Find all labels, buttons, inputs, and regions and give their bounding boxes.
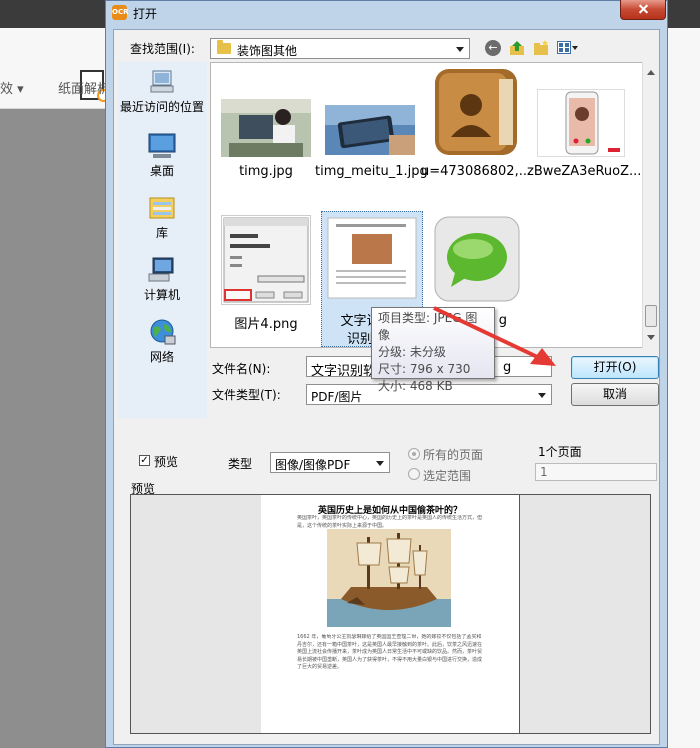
file-name[interactable]: 图片4.png [211, 313, 321, 332]
desktop-icon [147, 132, 177, 160]
file-name[interactable]: u=473086802,... [421, 164, 531, 179]
page-count: 1个页面 [538, 445, 582, 459]
file-thumbnail[interactable] [433, 67, 519, 157]
library-icon [147, 194, 177, 222]
file-list-scrollbar[interactable] [642, 62, 659, 348]
open-button[interactable]: 打开(O) [571, 356, 659, 379]
place-library[interactable]: 库 [117, 194, 207, 241]
lookin-value: 装饰图其他 [237, 44, 298, 58]
file-thumbnail[interactable] [537, 89, 625, 157]
all-pages-radio[interactable] [408, 448, 420, 460]
file-thumbnail[interactable] [221, 215, 311, 305]
page-range-label: 选定范围 [423, 469, 472, 483]
background-toolbar-label: 纸面解析 [58, 82, 111, 97]
preview-checkbox-label: 预览 [154, 455, 179, 469]
document-body: 1662 年，葡萄牙公主凯瑟琳嫁给了英国国王查理二世，她的嫁妆不仅包括了孟买和丹… [297, 634, 482, 670]
file-name[interactable]: timg.jpg [211, 164, 321, 179]
page-range-radio[interactable] [408, 468, 420, 480]
ship-illustration [327, 529, 451, 627]
preview-divider [519, 495, 520, 733]
place-label: 桌面 [149, 164, 174, 178]
preview-page: 英国历史上是如何从中国偷茶叶的？ 英国茶叶，英国茶叶的传统中心，英国的历史上的茶… [261, 495, 519, 733]
folder-icon [217, 40, 231, 54]
type-select[interactable]: 图像/图像PDF [270, 452, 390, 473]
place-desktop[interactable]: 桌面 [117, 132, 207, 179]
file-thumbnail[interactable] [433, 215, 521, 303]
ocr-app-icon: OCR [112, 5, 128, 20]
up-folder-icon[interactable] [509, 40, 525, 56]
place-label: 最近访问的位置 [119, 100, 204, 114]
view-menu-icon[interactable] [557, 40, 579, 56]
type-label: 类型 [228, 457, 253, 471]
filename-label: 文件名(N): [212, 362, 271, 376]
filename-value-tail: g [503, 360, 512, 375]
tooltip-size: 尺寸: 796 x 730 [378, 362, 471, 376]
dialog-titlebar[interactable]: OCR 打开 [106, 0, 667, 25]
filetype-value: PDF/图片 [311, 390, 363, 404]
chevron-down-icon [456, 47, 464, 52]
filename-value: 文字识别软 [311, 364, 377, 379]
place-computer[interactable]: 计算机 [117, 256, 207, 303]
preview-checkbox[interactable]: ✓ [139, 455, 150, 466]
new-folder-icon[interactable] [533, 40, 549, 56]
back-icon[interactable]: ← [485, 40, 501, 56]
recent-places-icon [147, 68, 177, 96]
file-info-tooltip: 项目类型: JPEG 图像 分级: 未分级 尺寸: 796 x 730 大小: … [371, 307, 495, 393]
page-range-value: 1 [540, 465, 548, 479]
file-name[interactable]: timg_meitu_1.jpg [315, 164, 428, 179]
filetype-label: 文件类型(T): [212, 388, 281, 402]
tooltip-rating: 分级: 未分级 [378, 345, 446, 359]
scrollbar-thumb[interactable] [645, 305, 657, 327]
close-button[interactable] [620, 0, 666, 20]
network-icon [147, 318, 177, 346]
background-left-label: 效 ▾ [0, 82, 24, 97]
cancel-button[interactable]: 取消 [571, 383, 659, 406]
preview-pane: 英国历史上是如何从中国偷茶叶的？ 英国茶叶，英国茶叶的传统中心，英国的历史上的茶… [130, 494, 651, 734]
computer-icon [147, 256, 177, 284]
places-bar: 最近访问的位置 桌面 库 计算机 网络 [117, 62, 207, 418]
place-network[interactable]: 网络 [117, 318, 207, 365]
all-pages-label: 所有的页面 [423, 448, 484, 462]
lookin-label: 查找范围(I): [130, 42, 195, 56]
scroll-down-icon[interactable] [647, 335, 655, 340]
place-recent[interactable]: 最近访问的位置 [117, 68, 207, 115]
file-thumbnail[interactable] [221, 99, 311, 157]
place-label: 计算机 [143, 288, 180, 302]
chevron-down-icon [376, 461, 384, 466]
background-right-panel [668, 28, 700, 748]
file-name[interactable]: zBweZA3eRuoZ... [527, 164, 641, 179]
page-range-input[interactable]: 1 [535, 463, 657, 481]
place-label: 网络 [149, 350, 174, 364]
file-list[interactable]: timg.jpg timg_meitu_1.jpg u=473086802,..… [210, 62, 659, 348]
scroll-up-icon[interactable] [647, 70, 655, 75]
file-thumbnail[interactable] [325, 105, 415, 155]
chevron-down-icon [538, 393, 546, 398]
lookin-select[interactable]: 装饰图其他 [210, 38, 470, 59]
place-label: 库 [155, 226, 168, 240]
type-value: 图像/图像PDF [275, 458, 351, 472]
document-intro: 英国茶叶，英国茶叶的传统中心，英国的历史上的茶叶是英国人的传统生活方式，但是，这… [297, 515, 482, 529]
dialog-title: 打开 [133, 7, 158, 21]
tooltip-type: 项目类型: JPEG 图像 [378, 311, 478, 342]
tooltip-filesize: 大小: 468 KB [378, 379, 453, 393]
